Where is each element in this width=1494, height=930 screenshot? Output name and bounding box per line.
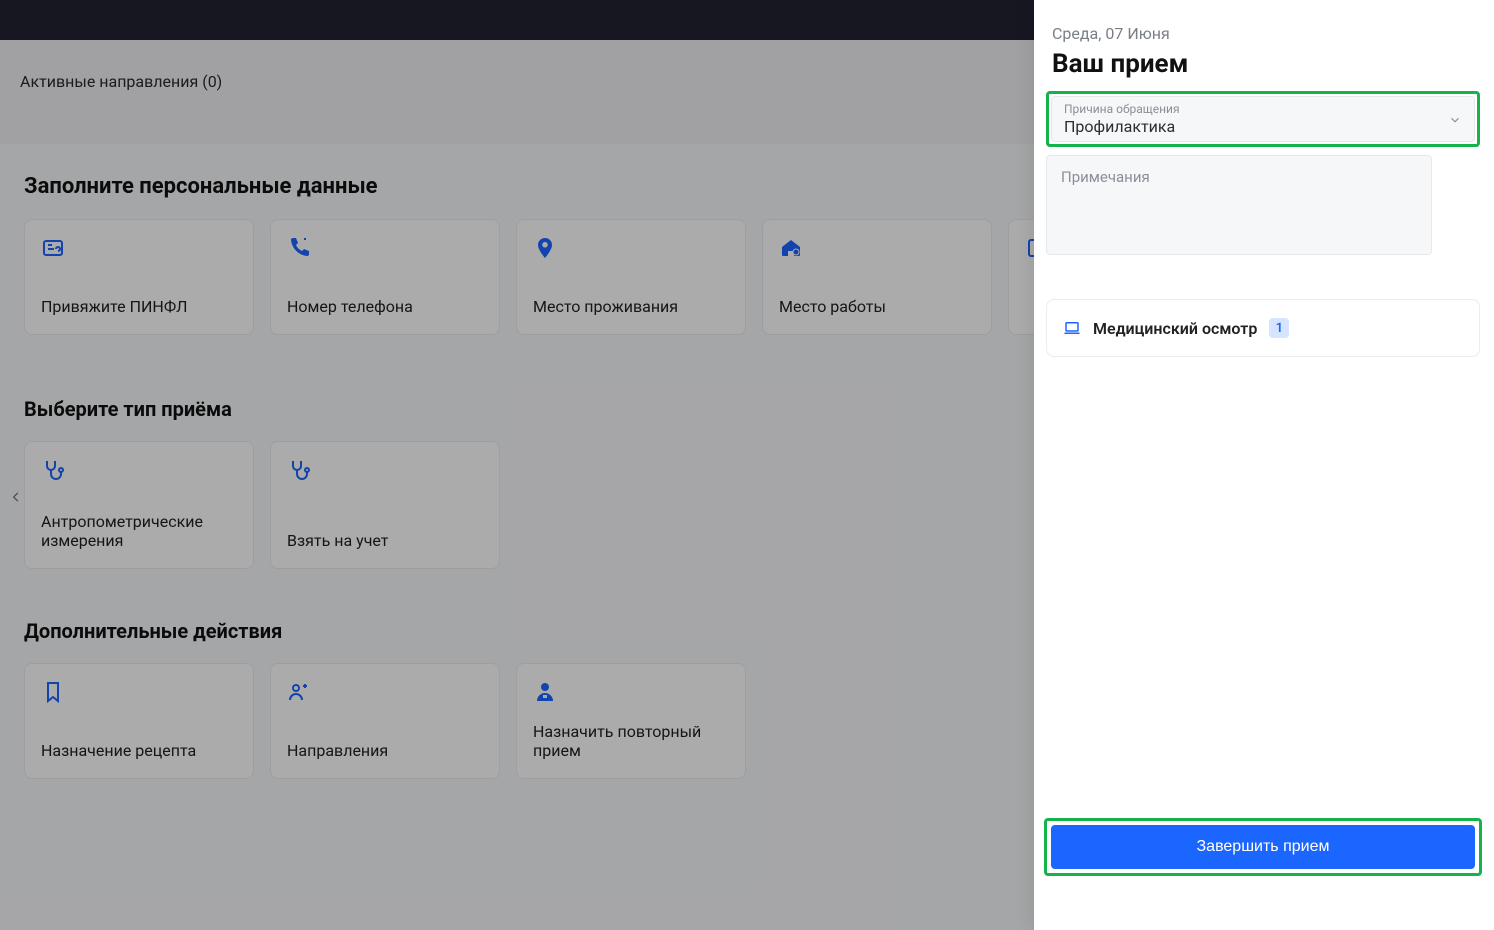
card-pinfl[interactable]: Привяжите ПИНФЛ xyxy=(24,219,254,335)
section-title-personal: Заполните персональные данные xyxy=(24,174,1014,199)
sidebar-date: Среда, 07 Июня xyxy=(1052,24,1438,43)
highlight-reason: Причина обращения Профилактика xyxy=(1046,91,1480,147)
section-title-visit-type: Выберите тип приёма xyxy=(24,397,1014,421)
card-referrals[interactable]: Направления xyxy=(270,663,500,779)
card-label: Антропометрические измерения xyxy=(41,512,237,550)
sidebar-title: Ваш прием xyxy=(1052,49,1438,79)
card-label: Привяжите ПИНФЛ xyxy=(41,297,237,316)
exam-item-count-badge: 1 xyxy=(1269,318,1289,338)
notes-textarea[interactable] xyxy=(1046,155,1432,255)
card-prescription[interactable]: Назначение рецепта xyxy=(24,663,254,779)
active-directions-label: Активные направления (0) xyxy=(20,72,222,91)
main-column: Активные направления (0) Заполните персо… xyxy=(0,40,1034,930)
card-workplace[interactable]: Место работы xyxy=(762,219,992,335)
people-arrow-icon xyxy=(287,680,311,704)
map-pin-icon xyxy=(533,236,557,260)
chevron-left-icon[interactable] xyxy=(6,483,26,511)
card-address[interactable]: Место проживания xyxy=(516,219,746,335)
appointment-sidebar: Среда, 07 Июня Ваш прием Причина обращен… xyxy=(1034,0,1494,930)
active-directions-bar: Активные направления (0) xyxy=(0,40,1034,144)
extra-cards-row: Назначение рецепта Направления Назначить… xyxy=(24,663,1014,779)
doctor-icon xyxy=(533,680,557,704)
card-repeat-visit[interactable]: Назначить повторный прием xyxy=(516,663,746,779)
card-label: Взять на учет xyxy=(287,531,483,550)
card-label: Направления xyxy=(287,741,483,760)
reason-label: Причина обращения xyxy=(1064,103,1462,115)
highlight-finish: Завершить прием xyxy=(1044,818,1482,876)
finish-appointment-button[interactable]: Завершить прием xyxy=(1051,825,1475,869)
exam-item-card[interactable]: Медицинский осмотр 1 xyxy=(1046,299,1480,357)
briefcase-home-icon xyxy=(779,236,803,260)
card-label: Назначение рецепта xyxy=(41,741,237,760)
section-title-extra: Дополнительные действия xyxy=(24,619,1014,643)
phone-plus-icon xyxy=(287,236,311,260)
visit-type-cards-row: Антропометрические измерения Взять на уч… xyxy=(24,441,1014,569)
personal-cards-row: Привяжите ПИНФЛ Номер телефона Место про… xyxy=(24,219,1014,335)
card-register[interactable]: Взять на учет xyxy=(270,441,500,569)
stethoscope-icon xyxy=(287,458,311,482)
stethoscope-icon xyxy=(41,458,65,482)
reason-select[interactable]: Причина обращения Профилактика xyxy=(1051,96,1475,142)
reason-value: Профилактика xyxy=(1064,117,1462,136)
card-label: Номер телефона xyxy=(287,297,483,316)
card-label: Место работы xyxy=(779,297,975,316)
chevron-down-icon xyxy=(1448,113,1462,127)
id-card-icon xyxy=(41,236,65,260)
bookmark-icon xyxy=(41,680,65,704)
card-label: Место проживания xyxy=(533,297,729,316)
card-label: Назначить повторный прием xyxy=(533,722,729,760)
exam-item-label: Медицинский осмотр xyxy=(1093,319,1257,338)
card-anthropometry[interactable]: Антропометрические измерения xyxy=(24,441,254,569)
laptop-icon xyxy=(1063,319,1081,337)
card-phone[interactable]: Номер телефона xyxy=(270,219,500,335)
